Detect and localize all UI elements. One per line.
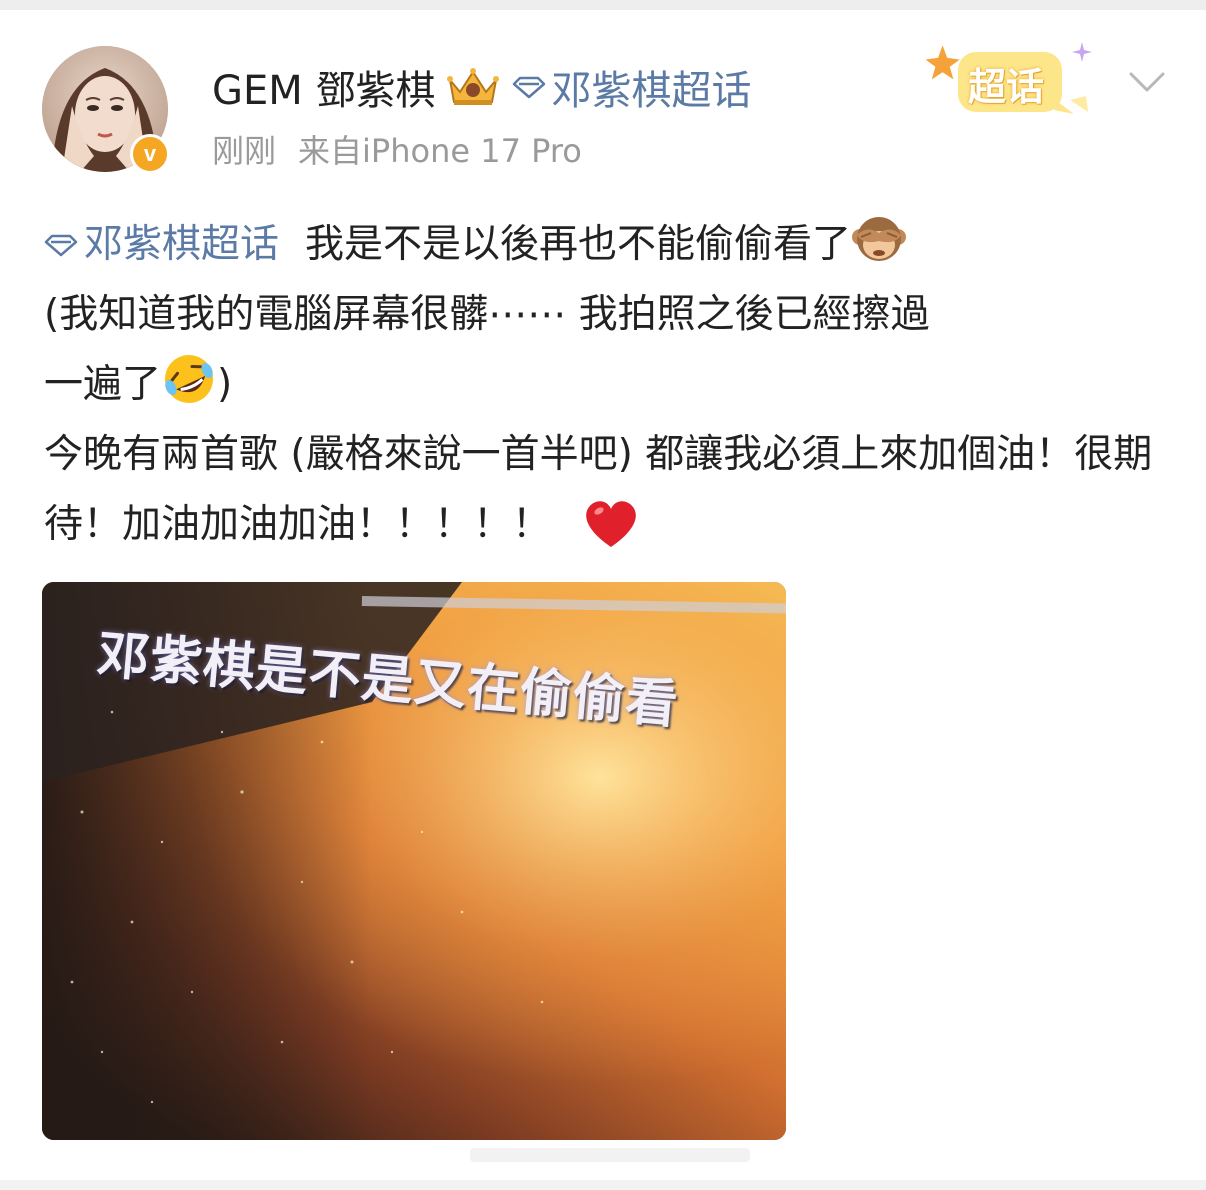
chevron-down-icon[interactable] (1128, 70, 1166, 96)
username[interactable]: GEM 鄧紫棋 (212, 58, 436, 116)
header-topic-link[interactable]: 邓紫棋超话 (512, 58, 752, 116)
top-separator (0, 0, 1206, 10)
rolling-laughing-icon (161, 351, 217, 407)
sticker-label: 超话 (968, 65, 1045, 109)
post-meta: 刚刚 来自iPhone 17 Pro (212, 126, 582, 172)
post-text: 邓紫棋超话 我是不是以後再也不能偷偷看了 (我知道我的電腦屏幕很髒⋯⋯ 我拍照之… (44, 210, 1174, 560)
see-no-evil-monkey-icon (851, 211, 907, 267)
bottom-separator (0, 1180, 1206, 1190)
diamond-icon (512, 76, 545, 99)
post-topic-link[interactable]: 邓紫棋超话 (44, 210, 279, 280)
verified-mark: v (143, 141, 157, 166)
red-heart-icon (581, 495, 641, 551)
header-topic-label: 邓紫棋超话 (551, 68, 752, 114)
diamond-icon (44, 234, 78, 257)
verified-badge-icon: v (130, 134, 170, 174)
post-line-3a: 一遍了 (44, 362, 162, 407)
post-paragraph-1: 邓紫棋超话 我是不是以後再也不能偷偷看了 (我知道我的電腦屏幕很髒⋯⋯ 我拍照之… (44, 210, 1174, 420)
post-source: 来自iPhone 17 Pro (298, 132, 582, 170)
post-line-3b: ) (217, 362, 233, 407)
avatar[interactable]: v (42, 46, 170, 174)
post-topic-label: 邓紫棋超话 (84, 222, 280, 267)
post-line-1: 我是不是以後再也不能偷偷看了 (305, 222, 852, 267)
watermark (470, 1140, 750, 1168)
crown-icon (446, 66, 500, 108)
super-topic-sticker[interactable]: 超话 (918, 38, 1102, 124)
user-line: GEM 鄧紫棋 邓紫棋超话 (212, 60, 752, 114)
post-paragraph-2: 今晚有兩首歌 (嚴格來說一首半吧) 都讓我必須上來加個油！很期待！加油加油加油！… (44, 420, 1174, 560)
post-time: 刚刚 (212, 132, 277, 170)
post-line-2: (我知道我的電腦屏幕很髒⋯⋯ 我拍照之後已經擦過 (44, 292, 930, 337)
